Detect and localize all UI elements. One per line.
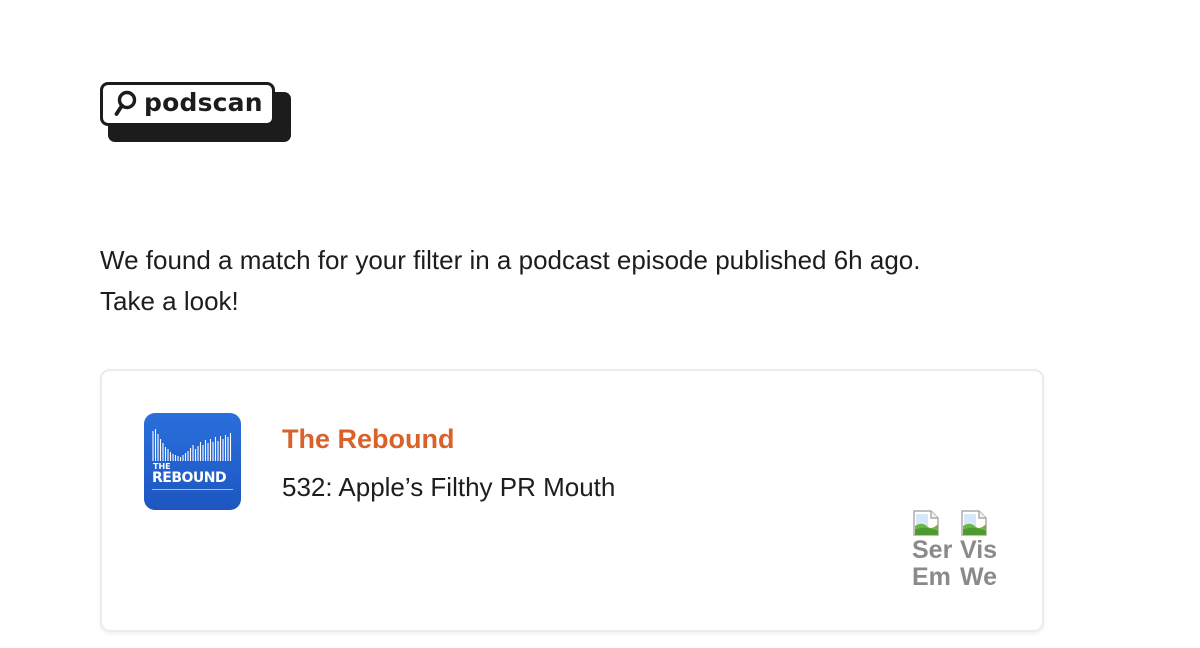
waveform-graphic <box>152 429 232 461</box>
visit-website-image-link[interactable]: Vis We <box>960 509 1000 593</box>
match-message: We found a match for your filter in a po… <box>100 240 1050 322</box>
episode-card[interactable]: THE REBOUND The Rebound 532: Apple’s Fil… <box>100 369 1044 632</box>
image-alt-text: Ser <box>912 536 952 564</box>
podscan-logo[interactable]: podscan <box>100 82 292 142</box>
cover-label-name: REBOUND <box>152 470 227 486</box>
image-alt-text: Em <box>912 563 951 591</box>
match-message-line: Take a look! <box>100 286 239 316</box>
image-alt-text: We <box>960 563 998 591</box>
broken-image-icon <box>913 510 939 536</box>
image-alt-text: Vis <box>960 536 998 564</box>
logo-badge: podscan <box>100 82 275 126</box>
broken-image-icon <box>961 510 987 536</box>
podcast-cover-image[interactable]: THE REBOUND <box>144 413 241 510</box>
episode-title-link[interactable]: 532: Apple’s Filthy PR Mouth <box>282 469 615 505</box>
cover-divider <box>152 489 233 490</box>
search-email-image-link[interactable]: Ser Em <box>912 509 952 593</box>
email-page: podscan We found a match for your filter… <box>0 0 1200 648</box>
match-message-line: We found a match for your filter in a po… <box>100 245 921 275</box>
search-icon <box>114 90 137 116</box>
podcast-name-link[interactable]: The Rebound <box>282 421 454 457</box>
logo-text: podscan <box>144 88 263 117</box>
